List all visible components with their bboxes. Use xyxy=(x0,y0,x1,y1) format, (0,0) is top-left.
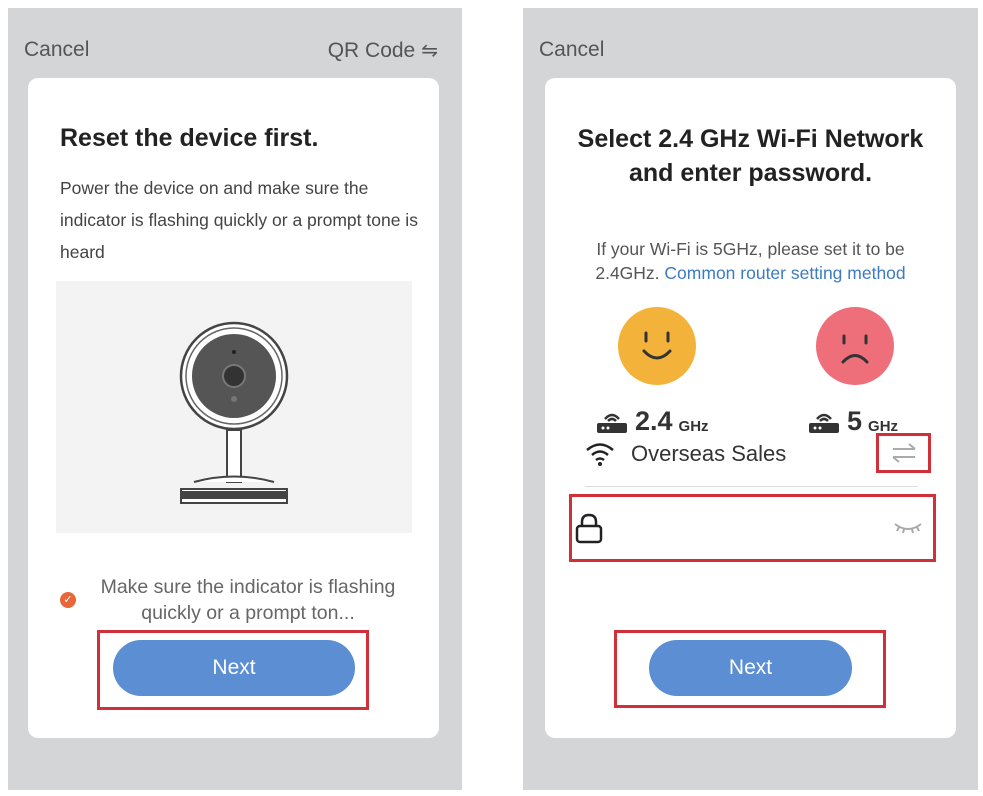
smile-face-icon xyxy=(618,307,696,385)
page-title: Select 2.4 GHz Wi-Fi Network and enter p… xyxy=(577,125,924,187)
camera-icon xyxy=(179,321,289,504)
switch-arrows-icon: ⇋ xyxy=(421,40,438,62)
cancel-button[interactable]: Cancel xyxy=(539,38,604,62)
wifi-hint: If your Wi-Fi is 5GHz, please set it to … xyxy=(565,237,936,285)
qr-code-label: QR Code xyxy=(327,38,416,62)
camera-illustration xyxy=(56,281,412,533)
router-setting-link[interactable]: Common router setting method xyxy=(664,263,905,283)
reset-device-screen: Cancel QR Code ⇋ Reset the device first.… xyxy=(8,8,462,790)
confirm-checkbox-row[interactable]: ✓ Make sure the indicator is flashing qu… xyxy=(60,574,420,626)
wifi-setup-screen: Cancel Select 2.4 GHz Wi-Fi Network and … xyxy=(523,8,978,790)
band-2-4-value: 2.4 xyxy=(635,406,673,436)
ssid-label: Overseas Sales xyxy=(631,441,787,466)
divider xyxy=(585,486,918,487)
qr-code-button[interactable]: QR Code ⇋ xyxy=(328,38,438,63)
sad-face-icon xyxy=(816,307,894,385)
next-button-highlight xyxy=(97,630,369,710)
band-5-value: 5 xyxy=(847,406,863,436)
band-2-4-unit: GHz xyxy=(678,418,709,435)
router-icon xyxy=(809,413,839,433)
switch-arrows-icon xyxy=(892,443,916,463)
wifi-icon xyxy=(586,443,614,466)
next-button-highlight xyxy=(614,630,886,708)
switch-network-button[interactable] xyxy=(876,433,931,473)
checkmark-icon[interactable]: ✓ xyxy=(60,592,76,608)
band-2-4ghz: 2.4 GHz xyxy=(595,407,709,435)
router-icon xyxy=(597,413,627,433)
band-5ghz: 5 GHz xyxy=(807,407,898,435)
password-field-highlight xyxy=(569,494,936,562)
cancel-button[interactable]: Cancel xyxy=(24,38,89,62)
confirm-label: Make sure the indicator is flashing quic… xyxy=(100,576,396,624)
page-title: Reset the device first. xyxy=(60,124,319,152)
instruction-text: Power the device on and make sure the in… xyxy=(60,178,418,262)
